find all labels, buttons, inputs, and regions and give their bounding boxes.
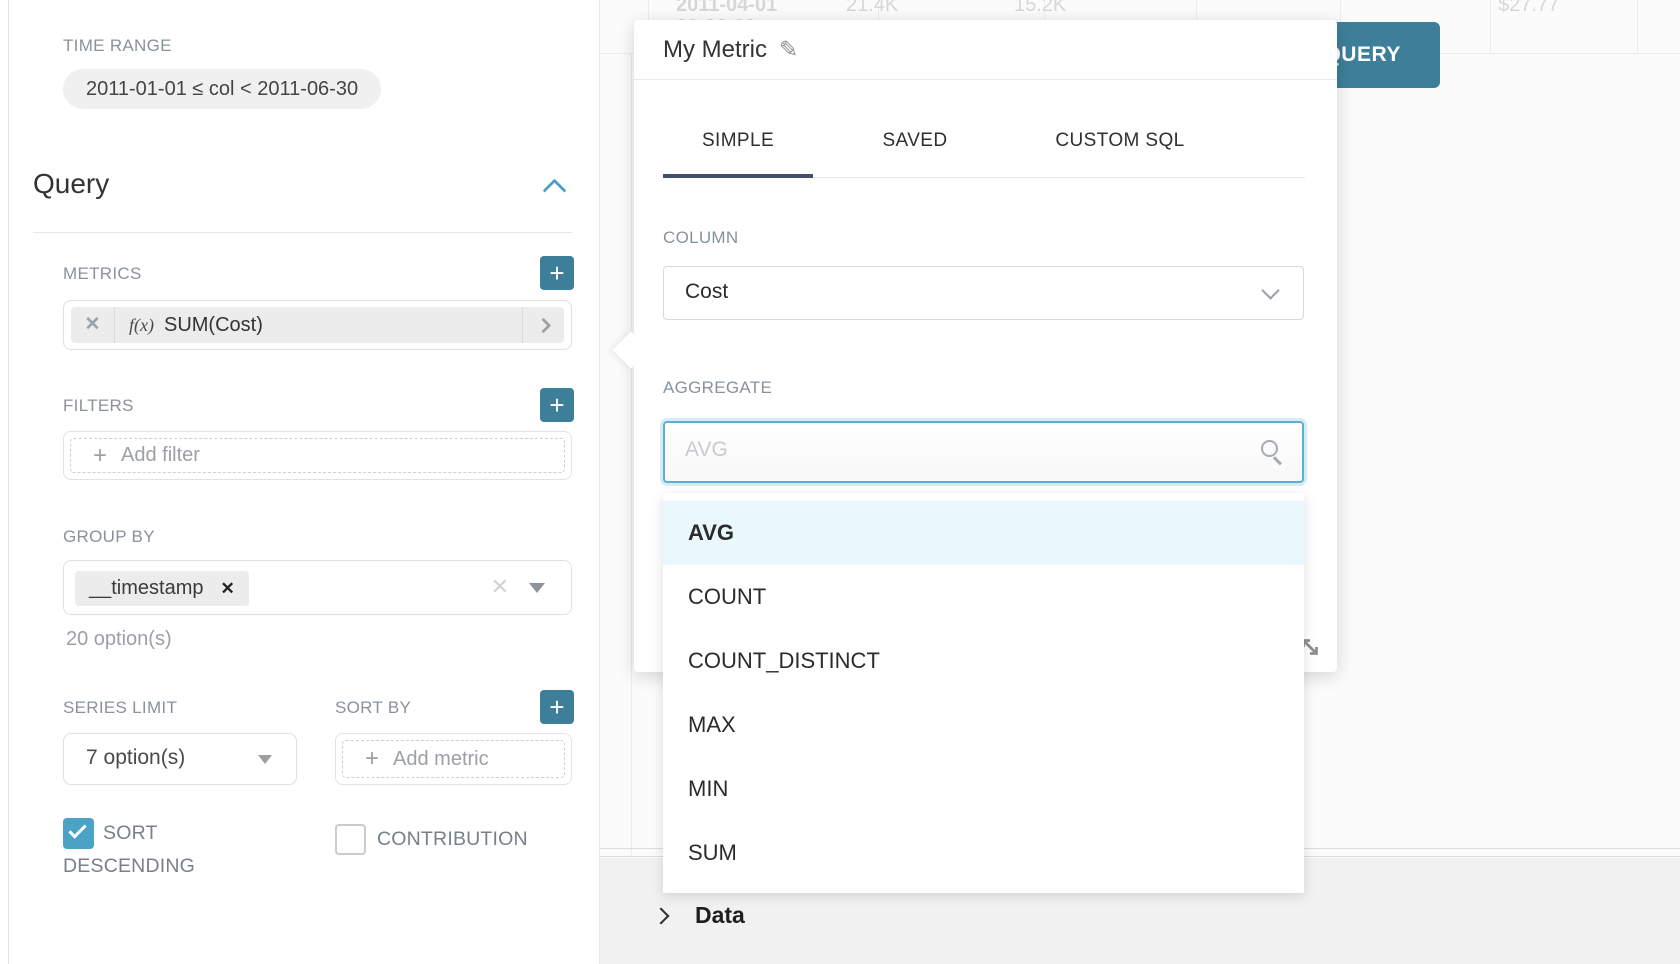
- data-panel-title: Data: [695, 902, 745, 929]
- tab-saved[interactable]: SAVED: [813, 116, 1017, 174]
- filters-label: FILTERS: [63, 396, 134, 416]
- chevron-right-icon: [536, 317, 552, 333]
- contribution-checkbox[interactable]: [335, 824, 366, 855]
- group-by-label: GROUP BY: [63, 527, 155, 547]
- edit-metric-button[interactable]: [522, 307, 564, 343]
- option-count[interactable]: COUNT: [663, 565, 1304, 629]
- window-edge: [8, 0, 9, 964]
- contribution-label: CONTRIBUTION: [377, 828, 528, 851]
- table-gridline: [1490, 0, 1491, 53]
- add-sort-metric-button[interactable]: +: [540, 690, 574, 724]
- section-divider: [33, 232, 572, 233]
- query-section-title: Query: [33, 168, 109, 200]
- add-sort-metric-dropzone[interactable]: + Add metric: [342, 740, 565, 778]
- metrics-container: ✕ f(x) SUM(Cost): [63, 300, 572, 350]
- series-limit-label: SERIES LIMIT: [63, 698, 177, 718]
- add-metric-button[interactable]: +: [540, 256, 574, 290]
- time-range-filter[interactable]: 2011-01-01 ≤ col < 2011-06-30: [63, 69, 381, 109]
- column-value: Cost: [685, 280, 728, 304]
- aggregate-options-list: AVG COUNT COUNT_DISTINCT MAX MIN SUM: [663, 493, 1304, 893]
- aggregate-placeholder: AVG: [685, 438, 728, 462]
- series-limit-select[interactable]: 7 option(s): [63, 733, 297, 785]
- data-panel-header[interactable]: Data: [655, 902, 745, 929]
- group-by-tag[interactable]: __timestamp ✕: [75, 571, 249, 606]
- chart-area-border: [631, 53, 632, 964]
- table-cell-value: $27.77: [1498, 0, 1559, 17]
- chevron-down-icon: [1261, 281, 1279, 299]
- metric-title: My Metric: [663, 36, 767, 64]
- sort-descending-checkbox[interactable]: [63, 818, 94, 849]
- table-gridline: [1637, 0, 1638, 53]
- explore-screen: 2011-04-01 00:00:00 21.4K 15.2K $27.77 R…: [0, 0, 1680, 964]
- remove-tag-icon[interactable]: ✕: [221, 579, 235, 599]
- add-filter-dropzone[interactable]: + Add filter: [70, 438, 565, 473]
- metric-name: SUM(Cost): [164, 314, 522, 337]
- option-count-distinct[interactable]: COUNT_DISTINCT: [663, 629, 1304, 693]
- filters-container: + Add filter: [63, 431, 572, 480]
- checkmark-icon: [68, 820, 86, 838]
- column-label: COLUMN: [663, 228, 738, 248]
- option-avg[interactable]: AVG: [663, 501, 1304, 565]
- edit-title-icon[interactable]: ✎: [779, 36, 798, 63]
- caret-down-icon[interactable]: [529, 583, 545, 593]
- popover-header: My Metric ✎: [634, 20, 1337, 80]
- caret-down-icon: [258, 755, 272, 764]
- option-max[interactable]: MAX: [663, 693, 1304, 757]
- metric-tabs: SIMPLE SAVED CUSTOM SQL: [663, 116, 1223, 174]
- collapse-section-icon[interactable]: [542, 178, 566, 202]
- group-by-tag-value: __timestamp: [89, 577, 204, 600]
- group-by-select[interactable]: __timestamp ✕ ✕: [63, 560, 572, 615]
- plus-icon: +: [93, 444, 107, 468]
- sort-descending-label-line1: SORT: [103, 822, 158, 845]
- search-icon: [1261, 440, 1278, 457]
- sort-by-label: SORT BY: [335, 698, 411, 718]
- tab-custom-sql[interactable]: CUSTOM SQL: [1017, 116, 1223, 174]
- function-icon: f(x): [115, 315, 164, 336]
- add-metric-placeholder: Add metric: [393, 748, 489, 771]
- plus-icon: +: [365, 747, 379, 771]
- metrics-label: METRICS: [63, 264, 142, 284]
- remove-metric-icon[interactable]: ✕: [71, 307, 115, 343]
- aggregate-label: AGGREGATE: [663, 378, 772, 398]
- time-range-label: TIME RANGE: [63, 36, 172, 56]
- tab-simple[interactable]: SIMPLE: [663, 116, 813, 174]
- table-cell-value: 21.4K: [846, 0, 898, 17]
- option-min[interactable]: MIN: [663, 757, 1304, 821]
- chevron-right-icon: [653, 907, 670, 924]
- column-select[interactable]: Cost: [663, 266, 1304, 320]
- clear-select-icon[interactable]: ✕: [491, 574, 509, 600]
- sort-by-container: + Add metric: [335, 733, 572, 785]
- table-cell-date: 2011-04-01: [676, 0, 777, 17]
- series-limit-value: 7 option(s): [86, 746, 185, 770]
- sort-descending-label-line2: DESCENDING: [63, 855, 195, 878]
- aggregate-search-input[interactable]: AVG: [663, 421, 1304, 483]
- table-cell-value: 15.2K: [1014, 0, 1066, 17]
- add-filter-button[interactable]: +: [540, 388, 574, 422]
- active-tab-indicator: [663, 174, 813, 178]
- metric-pill[interactable]: ✕ f(x) SUM(Cost): [71, 307, 564, 343]
- option-sum[interactable]: SUM: [663, 821, 1304, 885]
- add-filter-placeholder: Add filter: [121, 444, 200, 467]
- group-by-options-hint: 20 option(s): [66, 628, 172, 651]
- query-control-panel: TIME RANGE 2011-01-01 ≤ col < 2011-06-30…: [0, 0, 600, 964]
